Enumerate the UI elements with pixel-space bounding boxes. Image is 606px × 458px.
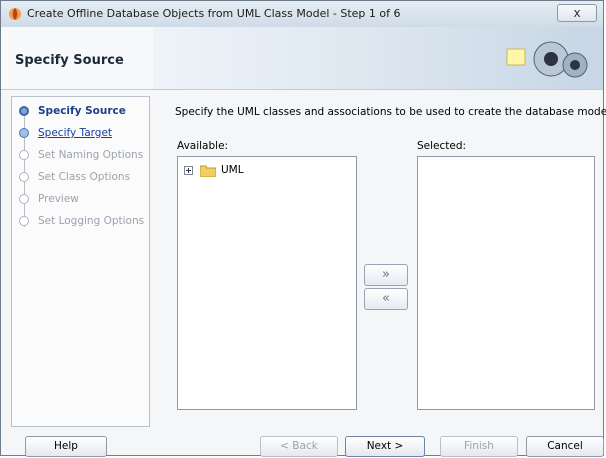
footer-bar: Help < Back Next > Finish Cancel [1, 427, 605, 457]
step-disabled-icon [19, 216, 29, 226]
title-bar[interactable]: Create Offline Database Objects from UML… [1, 1, 603, 28]
selected-label: Selected: [417, 140, 467, 152]
step-set-naming-options[interactable]: Set Naming Options [12, 145, 149, 167]
step-current-icon [19, 106, 29, 116]
steps-panel: Specify Source Specify Target Set Naming… [11, 96, 150, 427]
window-title: Create Offline Database Objects from UML… [27, 7, 401, 20]
step-link-icon [19, 128, 29, 138]
step-label: Set Logging Options [38, 215, 145, 227]
app-icon [9, 8, 21, 20]
header-banner [153, 27, 603, 89]
expand-icon[interactable] [184, 166, 193, 175]
step-label: Set Class Options [38, 171, 131, 183]
step-disabled-icon [19, 172, 29, 182]
add-selected-button[interactable]: » [364, 264, 408, 286]
add-arrow-icon: » [382, 267, 390, 282]
tree-item-label: UML [221, 164, 244, 176]
remove-selected-button[interactable]: « [364, 288, 408, 310]
step-specify-target[interactable]: Specify Target [12, 123, 149, 145]
remove-arrow-icon: « [382, 291, 390, 306]
folder-icon [200, 165, 216, 177]
page-title: Specify Source [15, 53, 124, 68]
step-label: Set Naming Options [38, 149, 144, 161]
main-content: Specify the UML classes and associations… [165, 96, 606, 426]
wizard-window: Create Offline Database Objects from UML… [0, 0, 606, 457]
step-label: Specify Source [38, 105, 126, 117]
available-label: Available: [177, 140, 229, 152]
instruction-text: Specify the UML classes and associations… [175, 106, 606, 118]
help-button[interactable]: Help [25, 436, 107, 457]
cancel-button[interactable]: Cancel [526, 436, 604, 457]
step-disabled-icon [19, 194, 29, 204]
step-label: Preview [38, 193, 79, 205]
close-icon: x [573, 6, 581, 20]
selected-list[interactable] [417, 156, 595, 410]
available-tree[interactable]: UML [177, 156, 357, 410]
next-button[interactable]: Next > [345, 436, 425, 457]
header-title-area: Specify Source [1, 27, 153, 89]
page-header: Specify Source [1, 27, 603, 90]
wizard-graphic-icon [506, 41, 588, 78]
close-button[interactable]: x [557, 4, 597, 22]
step-set-logging-options[interactable]: Set Logging Options [12, 211, 149, 233]
step-disabled-icon [19, 150, 29, 160]
step-set-class-options[interactable]: Set Class Options [12, 167, 149, 189]
step-label: Specify Target [38, 127, 113, 139]
step-specify-source[interactable]: Specify Source [12, 101, 149, 123]
back-button[interactable]: < Back [260, 436, 338, 457]
finish-button[interactable]: Finish [440, 436, 518, 457]
step-preview[interactable]: Preview [12, 189, 149, 211]
